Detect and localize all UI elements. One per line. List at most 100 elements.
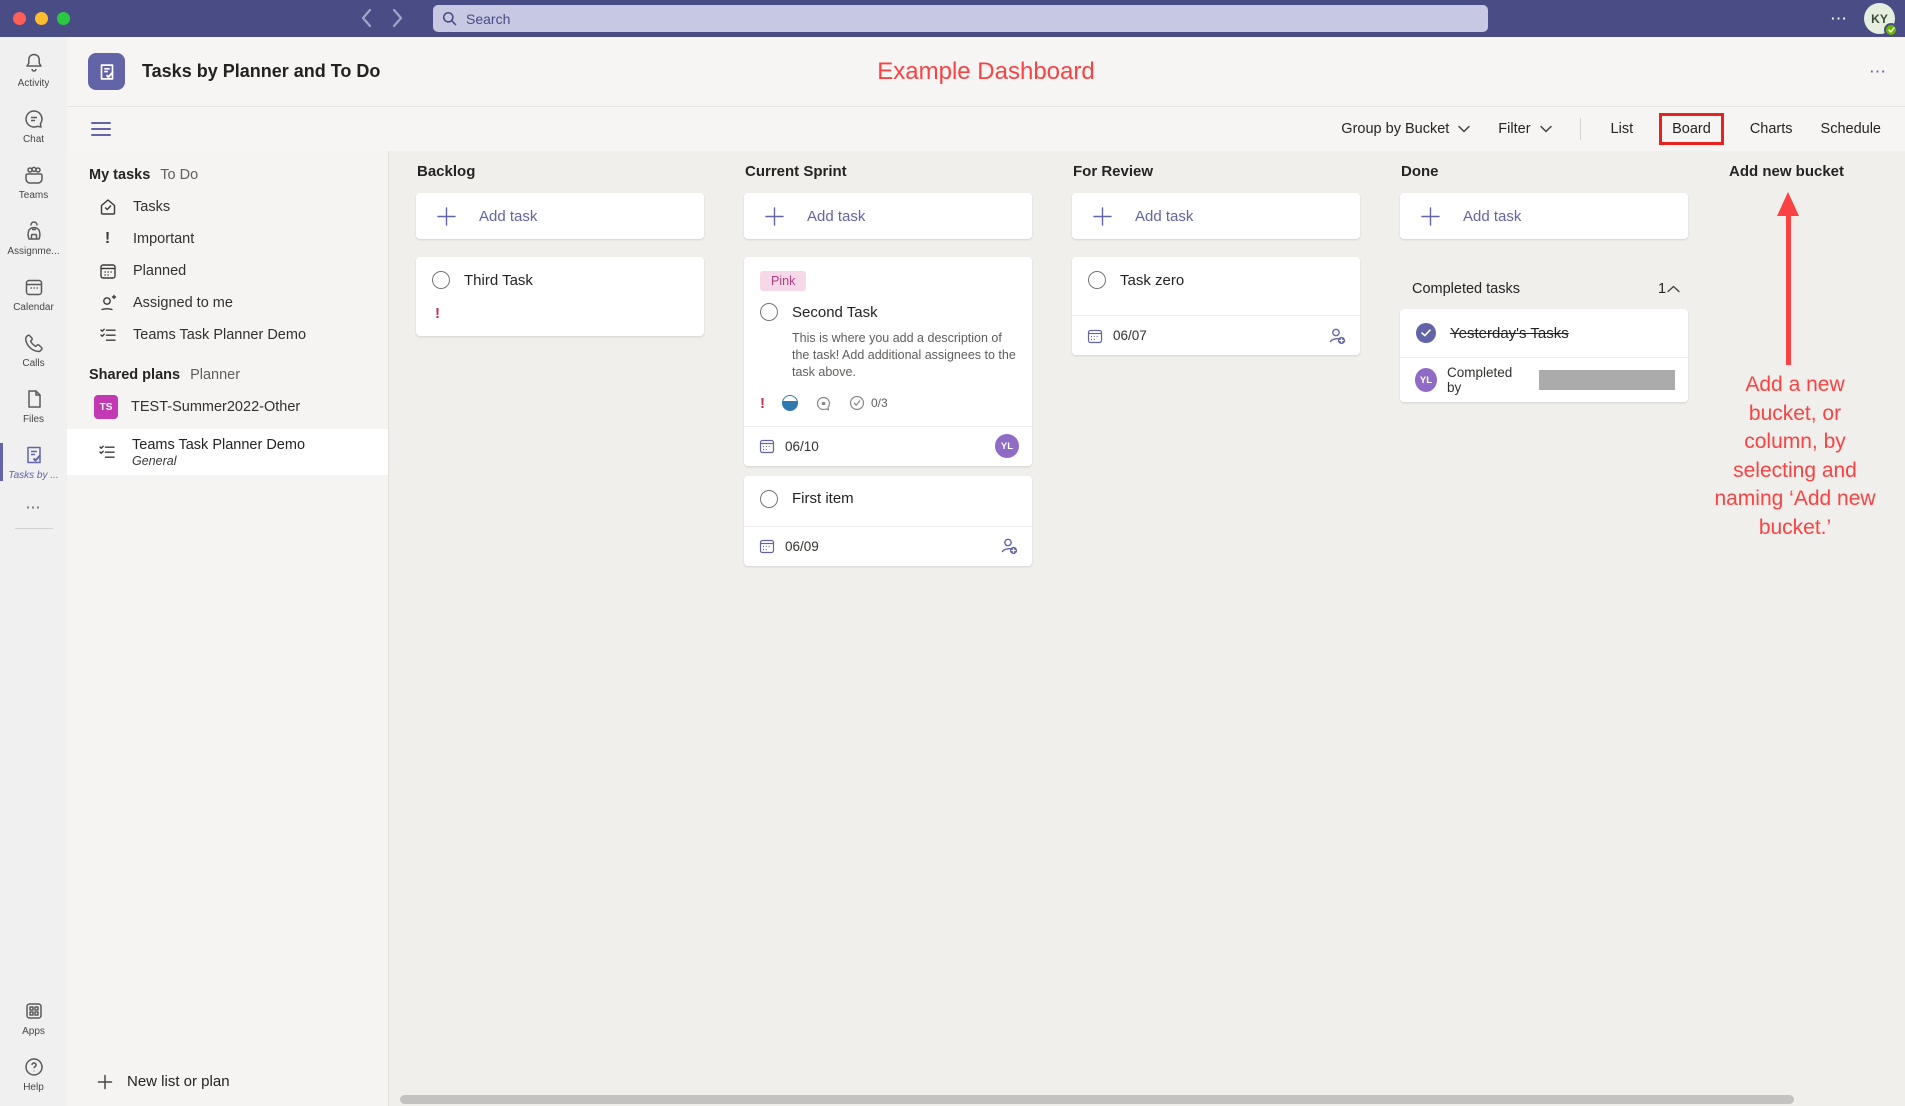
assign-person-icon[interactable] (999, 537, 1019, 555)
search-bar[interactable] (433, 5, 1488, 32)
bucket-for-review: For Review Add task Task zero (1072, 163, 1360, 369)
task-complete-radio[interactable] (760, 303, 778, 321)
rail-label: Calls (22, 358, 44, 369)
chevron-up-icon[interactable] (1667, 285, 1680, 293)
tab-charts[interactable]: Charts (1748, 117, 1795, 141)
plan-avatar: TS (94, 395, 118, 419)
task-card-first-item[interactable]: First item 06/09 (744, 476, 1032, 566)
avatar-initials: KY (1871, 12, 1888, 26)
plus-icon (765, 207, 784, 226)
task-complete-radio[interactable] (432, 271, 450, 289)
rail-more-icon[interactable]: ⋯ (26, 498, 42, 516)
sidebar-item-apps[interactable]: Apps (0, 990, 67, 1046)
tasks-sidebar: My tasks To Do Tasks ! Important (67, 151, 389, 1106)
sidebar-item-activity[interactable]: Activity (0, 42, 67, 98)
plus-icon (97, 1074, 113, 1090)
tab-board[interactable]: Board (1659, 113, 1724, 145)
titlebar: ⋯ KY (0, 0, 1905, 37)
minimize-window-button[interactable] (35, 12, 48, 25)
header-more-icon[interactable]: ⋯ (1869, 62, 1887, 82)
assign-person-icon[interactable] (1327, 327, 1347, 345)
search-input[interactable] (464, 10, 1479, 28)
assignee-avatar[interactable]: YL (995, 434, 1019, 458)
sidebar-item-chat[interactable]: Chat (0, 98, 67, 154)
add-task-button[interactable]: Add task (1072, 193, 1360, 239)
horizontal-scrollbar[interactable] (400, 1095, 1794, 1104)
task-card-second-task[interactable]: Pink Second Task This is where you add a… (744, 257, 1032, 466)
forward-icon[interactable] (391, 7, 404, 29)
hamburger-menu-icon[interactable] (91, 121, 111, 137)
sidebar-item-assignments[interactable]: Assignme... (0, 210, 67, 266)
sidebar-item-planned[interactable]: Planned (67, 255, 388, 287)
task-complete-radio[interactable] (1088, 271, 1106, 289)
sidebar-item-tasks-by-planner[interactable]: Tasks by ... (0, 434, 67, 490)
add-task-button[interactable]: Add task (416, 193, 704, 239)
sidebar-item-help[interactable]: Help (0, 1046, 67, 1102)
close-window-button[interactable] (13, 12, 26, 25)
sidebar-item-files[interactable]: Files (0, 378, 67, 434)
checklist-icon (97, 325, 118, 345)
task-card-yesterdays-tasks[interactable]: Yesterday's Tasks YL Completed by (1400, 309, 1688, 402)
tab-schedule[interactable]: Schedule (1819, 117, 1883, 141)
new-list-label: New list or plan (127, 1073, 230, 1090)
person-add-icon (97, 293, 118, 313)
task-completed-check-icon[interactable] (1416, 323, 1436, 343)
notes-icon (815, 395, 832, 412)
rail-divider (15, 528, 53, 529)
sidebar-item-calls[interactable]: Calls (0, 322, 67, 378)
sidebar-item-tasks[interactable]: Tasks (67, 191, 388, 223)
user-avatar[interactable]: KY (1864, 3, 1895, 34)
rail-label: Help (23, 1082, 44, 1093)
tab-list[interactable]: List (1609, 117, 1636, 141)
add-task-button[interactable]: Add task (744, 193, 1032, 239)
add-task-button[interactable]: Add task (1400, 193, 1688, 239)
task-card-third-task[interactable]: Third Task ! (416, 257, 704, 336)
assignee-avatar[interactable]: YL (1415, 368, 1437, 392)
bucket-done: Done Add task Completed tasks 1 (1400, 163, 1688, 416)
page-title: Tasks by Planner and To Do (142, 61, 380, 82)
task-complete-radio[interactable] (760, 490, 778, 508)
app-rail: Activity Chat Teams Assignme... Calendar (0, 37, 67, 1106)
sidebar-item-label: Planned (133, 263, 186, 279)
bell-icon (22, 51, 46, 75)
annotation-text: Add a new bucket, or column, by selectin… (1679, 371, 1905, 542)
rail-label: Teams (19, 190, 48, 201)
group-by-dropdown[interactable]: Group by Bucket (1341, 121, 1470, 137)
sidebar-item-assigned-to-me[interactable]: Assigned to me (67, 287, 388, 319)
planner-label: Planner (190, 367, 240, 383)
task-title: Second Task (792, 304, 878, 321)
back-icon[interactable] (360, 7, 373, 29)
new-list-or-plan-button[interactable]: New list or plan (97, 1073, 230, 1090)
task-card-task-zero[interactable]: Task zero 06/07 (1072, 257, 1360, 355)
sidebar-item-teams-task-planner-demo-general[interactable]: Teams Task Planner Demo General (67, 429, 388, 475)
sidebar-item-label: Teams Task Planner Demo (132, 436, 305, 454)
sidebar-item-teams[interactable]: Teams (0, 154, 67, 210)
sidebar-item-important[interactable]: ! Important (67, 223, 388, 255)
rail-label: Calendar (13, 302, 54, 313)
sidebar-item-sublabel: General (132, 454, 305, 468)
sidebar-item-label: Important (133, 231, 194, 247)
completed-tasks-header[interactable]: Completed tasks 1 (1412, 281, 1680, 297)
file-icon (22, 387, 46, 411)
sidebar-item-test-summer[interactable]: TS TEST-Summer2022-Other (67, 391, 388, 423)
filter-dropdown[interactable]: Filter (1498, 121, 1551, 137)
plus-icon (1093, 207, 1112, 226)
maximize-window-button[interactable] (57, 12, 70, 25)
titlebar-more-icon[interactable]: ⋯ (1830, 10, 1848, 27)
window-controls (13, 12, 70, 25)
sidebar-item-label: TEST-Summer2022-Other (131, 399, 300, 415)
completed-tasks-label: Completed tasks (1412, 281, 1520, 297)
home-check-icon (97, 197, 118, 217)
teams-icon (21, 163, 47, 187)
redacted-name (1539, 370, 1675, 390)
sidebar-item-teams-task-planner-demo[interactable]: Teams Task Planner Demo (67, 319, 388, 351)
add-task-label: Add task (1463, 208, 1521, 225)
shared-plans-label: Shared plans (89, 367, 180, 383)
add-task-label: Add task (807, 208, 865, 225)
task-title: First item (792, 490, 854, 507)
checklist-icon (97, 442, 117, 462)
add-new-bucket-button[interactable]: Add new bucket (1728, 163, 1905, 193)
to-do-label: To Do (160, 167, 198, 183)
sidebar-item-calendar[interactable]: Calendar (0, 266, 67, 322)
bucket-title: Done (1401, 163, 1688, 183)
